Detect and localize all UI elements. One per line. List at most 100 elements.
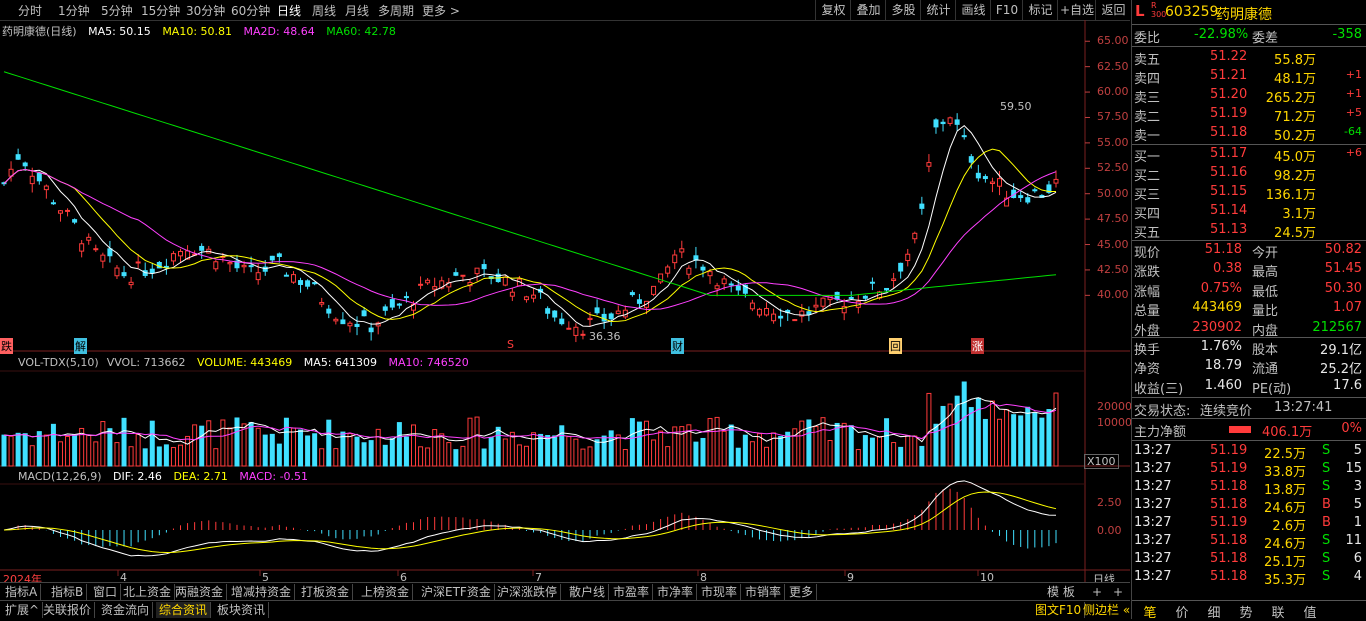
volume-bar bbox=[65, 435, 71, 467]
indicator-tab[interactable]: 北上资金 bbox=[120, 584, 176, 600]
indicator-tab[interactable]: 沪深涨跌停 bbox=[494, 584, 562, 600]
mark-button[interactable]: 标记 bbox=[1022, 0, 1058, 20]
period-multi[interactable]: 多周期 bbox=[378, 2, 414, 19]
back-button[interactable]: 返回 bbox=[1095, 0, 1131, 20]
draw-button[interactable]: 画线 bbox=[955, 0, 991, 20]
period-5min[interactable]: 5分钟 bbox=[101, 2, 133, 19]
indicator-tab[interactable]: 沪深ETF资金 bbox=[418, 584, 495, 600]
period-15min[interactable]: 15分钟 bbox=[141, 2, 180, 19]
price-axis-label: 47.50 bbox=[1097, 212, 1129, 226]
kline-chart[interactable] bbox=[0, 20, 1130, 582]
bid-row[interactable]: 买二 51.16 98.2万 bbox=[1134, 165, 1364, 184]
quote-tab[interactable]: 价 bbox=[1168, 602, 1196, 621]
bid-row[interactable]: 买一 51.17 45.0万 +6 bbox=[1134, 146, 1364, 165]
stat-value: 1.76% bbox=[1200, 339, 1242, 354]
quote-tab[interactable]: 笔 bbox=[1136, 602, 1164, 621]
indicator-tab[interactable]: 市净率 bbox=[654, 584, 698, 600]
fuquan-button[interactable]: 复权 bbox=[815, 0, 851, 20]
candle bbox=[552, 310, 558, 322]
stat-row: 涨跌 0.38 最高 51.45 bbox=[1134, 261, 1364, 280]
ask-change: +5 bbox=[1345, 106, 1362, 119]
volume-bar bbox=[884, 418, 890, 467]
period-more[interactable]: 更多 > bbox=[422, 2, 460, 19]
ask-change: +1 bbox=[1345, 68, 1362, 81]
info-tab[interactable]: 板块资讯 bbox=[214, 602, 270, 618]
macd-title: MACD(12,26,9) bbox=[18, 470, 102, 483]
event-marker[interactable]: 财 bbox=[671, 338, 684, 354]
indicator-tab[interactable]: 市现率 bbox=[698, 584, 742, 600]
info-tab[interactable]: 资金流向 bbox=[98, 602, 154, 618]
ma20-line bbox=[3, 169, 1057, 311]
period-60min[interactable]: 60分钟 bbox=[231, 2, 270, 19]
volume-bar bbox=[573, 438, 579, 467]
stat-row: 收益(三) 1.460 PE(动) 17.6 bbox=[1134, 378, 1364, 397]
ask-row[interactable]: 卖一 51.18 50.2万 -64 bbox=[1134, 125, 1364, 144]
indicator-tab[interactable]: 上榜资金 bbox=[358, 584, 414, 600]
indicator-tab[interactable]: 指标B bbox=[48, 584, 88, 600]
indicator-tab[interactable]: 市销率 bbox=[742, 584, 786, 600]
volume-bar bbox=[608, 430, 614, 467]
sidebar-toggle[interactable]: 侧边栏 « bbox=[1080, 602, 1133, 618]
weicha-value: -358 bbox=[1332, 27, 1362, 42]
f10-graphic-button[interactable]: 图文F10 bbox=[1032, 602, 1086, 618]
period-daily[interactable]: 日线 bbox=[277, 2, 301, 19]
add-tab-button[interactable]: + bbox=[1089, 584, 1105, 600]
volume-bar bbox=[516, 444, 522, 467]
event-marker[interactable]: 跌 bbox=[0, 338, 13, 354]
candle bbox=[982, 174, 988, 183]
period-30min[interactable]: 30分钟 bbox=[186, 2, 225, 19]
add-tab-button[interactable]: + bbox=[1110, 584, 1126, 600]
quote-tab[interactable]: 联 bbox=[1264, 602, 1292, 621]
bid-row[interactable]: 买五 51.13 24.5万 bbox=[1134, 222, 1364, 241]
event-marker[interactable]: S bbox=[507, 338, 514, 351]
main-net-row: 主力净额 406.1万 0% bbox=[1134, 421, 1364, 440]
indicator-tab[interactable]: 两融资金 bbox=[172, 584, 228, 600]
stat-row: 外盘 230902 内盘 212567 bbox=[1134, 320, 1364, 339]
tick-side: S bbox=[1322, 461, 1331, 476]
quote-tab[interactable]: 细 bbox=[1200, 602, 1228, 621]
bid-row[interactable]: 买三 51.15 136.1万 bbox=[1134, 184, 1364, 203]
indicator-tab[interactable]: 窗口 bbox=[90, 584, 122, 600]
indicator-tab[interactable]: 指标A bbox=[2, 584, 42, 600]
info-tab[interactable]: 综合资讯 bbox=[156, 602, 212, 618]
overlay-button[interactable]: 叠加 bbox=[850, 0, 886, 20]
event-marker[interactable]: 涨 bbox=[971, 338, 984, 354]
candle bbox=[453, 268, 459, 277]
tick-time: 13:27 bbox=[1134, 443, 1172, 458]
add-watchlist-button[interactable]: +自选 bbox=[1057, 0, 1096, 20]
period-1min[interactable]: 1分钟 bbox=[58, 2, 90, 19]
template-button[interactable]: 模 板 bbox=[1044, 584, 1078, 600]
volume-bar bbox=[940, 405, 946, 467]
f10-button[interactable]: F10 bbox=[990, 0, 1023, 20]
ask-row[interactable]: 卖二 51.19 71.2万 +5 bbox=[1134, 106, 1364, 125]
quote-tab[interactable]: 势 bbox=[1232, 602, 1260, 621]
indicator-tab[interactable]: 更多 bbox=[786, 584, 818, 600]
indicator-tab[interactable]: 市盈率 bbox=[610, 584, 654, 600]
volume-bar bbox=[714, 416, 720, 467]
info-tab[interactable]: 扩展^ bbox=[2, 602, 44, 618]
tick-side: S bbox=[1322, 443, 1331, 458]
ma5-line bbox=[3, 125, 1057, 327]
event-marker[interactable]: 解 bbox=[74, 338, 87, 354]
multi-stock-button[interactable]: 多股 bbox=[885, 0, 921, 20]
period-weekly[interactable]: 周线 bbox=[312, 2, 336, 19]
info-tab[interactable]: 关联报价 bbox=[40, 602, 96, 618]
tick-row: 13:27 51.19 22.5万 S 5 bbox=[1134, 443, 1364, 462]
ask-row[interactable]: 卖三 51.20 265.2万 +1 bbox=[1134, 87, 1364, 106]
sub-tag: R 300 bbox=[1151, 1, 1167, 19]
quote-tab[interactable]: 值 bbox=[1296, 602, 1324, 621]
period-monthly[interactable]: 月线 bbox=[345, 2, 369, 19]
bid-row[interactable]: 买四 51.14 3.1万 bbox=[1134, 203, 1364, 222]
candle bbox=[234, 254, 240, 272]
period-fenshi[interactable]: 分时 bbox=[18, 2, 42, 19]
indicator-tab[interactable]: 散户线 bbox=[566, 584, 610, 600]
indicator-tab[interactable]: 增减持资金 bbox=[228, 584, 296, 600]
candle bbox=[149, 262, 155, 279]
tick-volume: 33.8万 bbox=[1264, 465, 1306, 480]
stats-button[interactable]: 统计 bbox=[920, 0, 956, 20]
ask-row[interactable]: 卖五 51.22 55.8万 bbox=[1134, 49, 1364, 68]
candle bbox=[989, 177, 995, 193]
ask-row[interactable]: 卖四 51.21 48.1万 +1 bbox=[1134, 68, 1364, 87]
event-marker[interactable]: 回 bbox=[889, 338, 902, 354]
indicator-tab[interactable]: 打板资金 bbox=[298, 584, 354, 600]
